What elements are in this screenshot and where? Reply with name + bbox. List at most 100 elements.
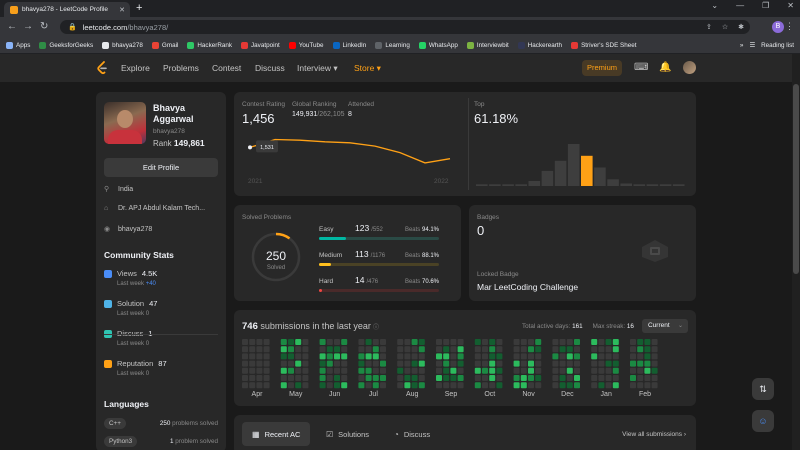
heatmap-cell[interactable]: [411, 346, 418, 353]
heatmap-cell[interactable]: [358, 339, 365, 345]
heatmap-cell[interactable]: [397, 375, 404, 381]
heatmap-cell[interactable]: [397, 353, 404, 360]
heatmap-cell[interactable]: [637, 353, 644, 360]
heatmap-cell[interactable]: [559, 382, 566, 389]
heatmap-cell[interactable]: [326, 375, 333, 381]
heatmap-cell[interactable]: [436, 346, 442, 353]
heatmap-cell[interactable]: [358, 346, 365, 353]
heatmap-cell[interactable]: [559, 339, 566, 345]
heatmap-cell[interactable]: [372, 382, 379, 389]
heatmap-cell[interactable]: [535, 375, 542, 381]
heatmap-cell[interactable]: [605, 360, 612, 367]
bookmark-item[interactable]: HackerRank: [187, 41, 232, 49]
heatmap-cell[interactable]: [411, 382, 418, 389]
heatmap-cell[interactable]: [380, 367, 386, 374]
heatmap-cell[interactable]: [528, 346, 534, 353]
heatmap-cell[interactable]: [496, 382, 503, 389]
heatmap-cell[interactable]: [559, 360, 566, 367]
heatmap-cell[interactable]: [302, 360, 309, 367]
heatmap-cell[interactable]: [574, 360, 580, 367]
heatmap-cell[interactable]: [605, 375, 612, 381]
heatmap-cell[interactable]: [637, 375, 644, 381]
heatmap-cell[interactable]: [535, 339, 542, 345]
heatmap-cell[interactable]: [280, 367, 287, 374]
heatmap-cell[interactable]: [319, 353, 326, 360]
heatmap-cell[interactable]: [334, 360, 340, 367]
heatmap-cell[interactable]: [651, 360, 658, 367]
heatmap-cell[interactable]: [263, 375, 270, 381]
heatmap-cell[interactable]: [574, 353, 580, 360]
github-row[interactable]: ◉ bhavya278: [104, 225, 152, 234]
heatmap-cell[interactable]: [457, 375, 464, 381]
heatmap-cell[interactable]: [552, 346, 559, 353]
nav-discuss[interactable]: Discuss: [255, 63, 285, 73]
heatmap-cell[interactable]: [591, 353, 598, 360]
heatmap-cell[interactable]: [372, 353, 379, 360]
heatmap-cell[interactable]: [644, 353, 651, 360]
nav-problems[interactable]: Problems: [163, 63, 199, 73]
heatmap-cell[interactable]: [404, 346, 411, 353]
heatmap-cell[interactable]: [520, 375, 527, 381]
heatmap-cell[interactable]: [443, 339, 450, 345]
heatmap-cell[interactable]: [397, 346, 404, 353]
heatmap-cell[interactable]: [443, 346, 450, 353]
heatmap-cell[interactable]: [644, 346, 651, 353]
heatmap-cell[interactable]: [651, 382, 658, 389]
heatmap-cell[interactable]: [372, 346, 379, 353]
nav-store[interactable]: Store ▾: [354, 63, 381, 74]
heatmap-cell[interactable]: [559, 353, 566, 360]
heatmap-cell[interactable]: [411, 339, 418, 345]
heatmap-cell[interactable]: [566, 346, 573, 353]
premium-button[interactable]: Premium: [582, 60, 622, 76]
heatmap-cell[interactable]: [598, 346, 605, 353]
heatmap-cell[interactable]: [535, 367, 542, 374]
rating-line-chart[interactable]: 1,531: [234, 92, 464, 196]
heatmap-cell[interactable]: [256, 375, 263, 381]
url-field[interactable]: 🔒 leetcode.com/bhavya278/ ⇪ ☆ ✱: [60, 20, 750, 34]
browser-tab[interactable]: bhavya278 - LeetCode Profile ✕: [4, 2, 130, 17]
heatmap-cell[interactable]: [489, 367, 496, 374]
heatmap-cell[interactable]: [295, 360, 302, 367]
heatmap-cell[interactable]: [474, 382, 481, 389]
back-icon[interactable]: ←: [7, 21, 17, 32]
heatmap-cell[interactable]: [535, 382, 542, 389]
heatmap-cell[interactable]: [552, 339, 559, 345]
heatmap-cell[interactable]: [457, 339, 464, 345]
heatmap-cell[interactable]: [404, 382, 411, 389]
new-tab-icon[interactable]: +: [136, 2, 142, 14]
tab-recent-ac[interactable]: ▦ Recent AC: [242, 422, 311, 446]
heatmap-cell[interactable]: [242, 367, 248, 374]
heatmap-cell[interactable]: [574, 339, 580, 345]
heatmap-cell[interactable]: [302, 367, 309, 374]
heatmap-cell[interactable]: [341, 353, 348, 360]
heatmap-cell[interactable]: [598, 382, 605, 389]
heatmap-cell[interactable]: [644, 339, 651, 345]
heatmap-cell[interactable]: [630, 353, 636, 360]
close-tab-icon[interactable]: ✕: [119, 6, 125, 14]
github-text[interactable]: bhavya278: [118, 226, 152, 233]
leetcode-logo-icon[interactable]: [96, 61, 108, 75]
tab-discuss[interactable]: ◔ Discuss: [384, 422, 440, 446]
heatmap-cell[interactable]: [249, 346, 256, 353]
bookmark-item[interactable]: Hackerearth: [517, 41, 562, 49]
heatmap-cell[interactable]: [404, 339, 411, 345]
heatmap-cell[interactable]: [574, 375, 580, 381]
heatmap-cell[interactable]: [242, 375, 248, 381]
heatmap-cell[interactable]: [263, 353, 270, 360]
heatmap-cell[interactable]: [263, 360, 270, 367]
heatmap-cell[interactable]: [288, 382, 294, 389]
heatmap-cell[interactable]: [263, 367, 270, 374]
heatmap-cell[interactable]: [341, 382, 348, 389]
heatmap-cell[interactable]: [443, 360, 450, 367]
heatmap-cell[interactable]: [334, 367, 340, 374]
heatmap-cell[interactable]: [520, 339, 527, 345]
heatmap-cell[interactable]: [520, 382, 527, 389]
debug-fab-button[interactable]: ⇅: [752, 378, 774, 400]
heatmap-cell[interactable]: [358, 367, 365, 374]
heatmap-cell[interactable]: [457, 353, 464, 360]
view-all-submissions-link[interactable]: View all submissions ›: [622, 431, 686, 438]
heatmap-cell[interactable]: [372, 339, 379, 345]
heatmap-cell[interactable]: [319, 339, 326, 345]
heatmap-cell[interactable]: [418, 375, 425, 381]
heatmap-cell[interactable]: [591, 375, 598, 381]
